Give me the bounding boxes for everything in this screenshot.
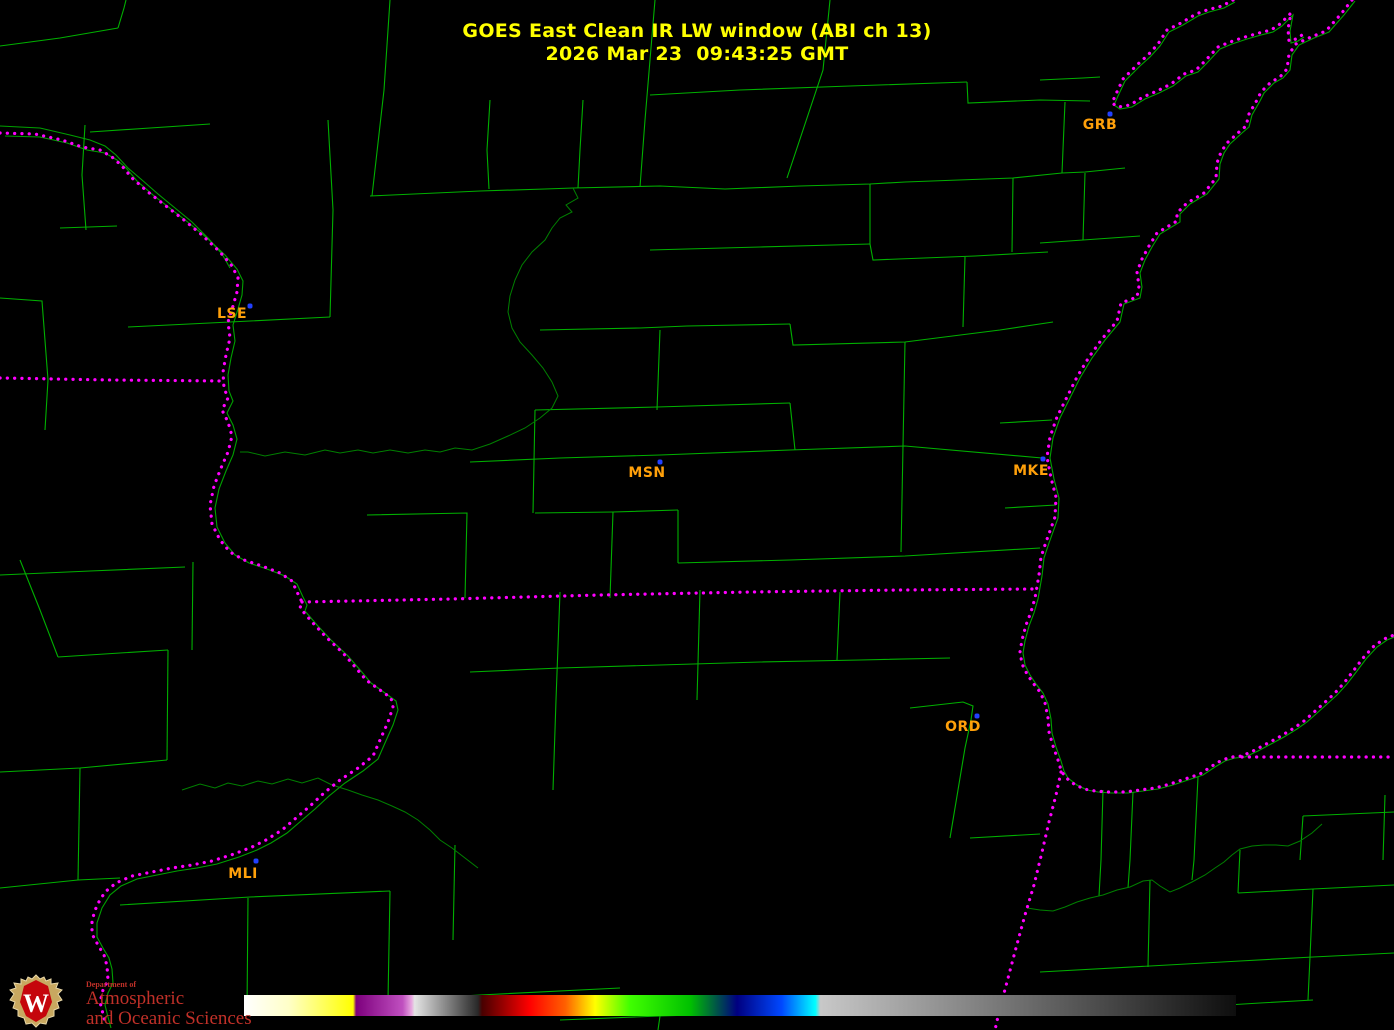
state-line-mn-ia [0, 376, 226, 383]
station-dot-msn [657, 459, 663, 465]
image-timestamp: 2026 Mar 23 09:43:25 GMT [545, 43, 849, 65]
county-boundaries-layer [0, 0, 1394, 1030]
uw-crest-icon: W [9, 974, 63, 1028]
station-label-mke: MKE [1013, 463, 1049, 479]
state-boundaries-layer [0, 0, 1394, 1030]
image-title: GOES East Clean IR LW window (ABI ch 13) [462, 20, 932, 42]
station-dot-lse [247, 303, 253, 309]
station-label-msn: MSN [628, 465, 666, 481]
satellite-image-viewport: GOES East Clean IR LW window (ABI ch 13)… [0, 0, 1394, 1030]
station-dot-ord [974, 713, 980, 719]
logo-line2: and Oceanic Sciences [86, 1008, 252, 1029]
station-dot-grb [1107, 111, 1113, 117]
title-block: GOES East Clean IR LW window (ABI ch 13)… [0, 20, 1394, 66]
station-label-lse: LSE [216, 306, 248, 322]
crest-letter: W [23, 989, 49, 1018]
logo-text: Department of Atmospheric and Oceanic Sc… [86, 974, 252, 1029]
station-dot-mke [1040, 456, 1046, 462]
logo-line1: Atmospheric [86, 988, 185, 1009]
station-label-grb: GRB [1082, 117, 1118, 133]
rivers-layer [181, 187, 1323, 912]
station-label-mli: MLI [228, 866, 258, 882]
ir-enhancement-colorbar [244, 995, 1236, 1016]
state-line-wi-il [300, 587, 1035, 604]
state-line-il-in [993, 770, 1063, 1030]
station-label-ord: ORD [945, 719, 981, 735]
station-dot-mli [253, 858, 259, 864]
uw-aos-logo: W Department of Atmospheric and Oceanic … [6, 974, 252, 1029]
shoreline-green-layer [0, 0, 1394, 1029]
map-canvas [0, 0, 1394, 1030]
